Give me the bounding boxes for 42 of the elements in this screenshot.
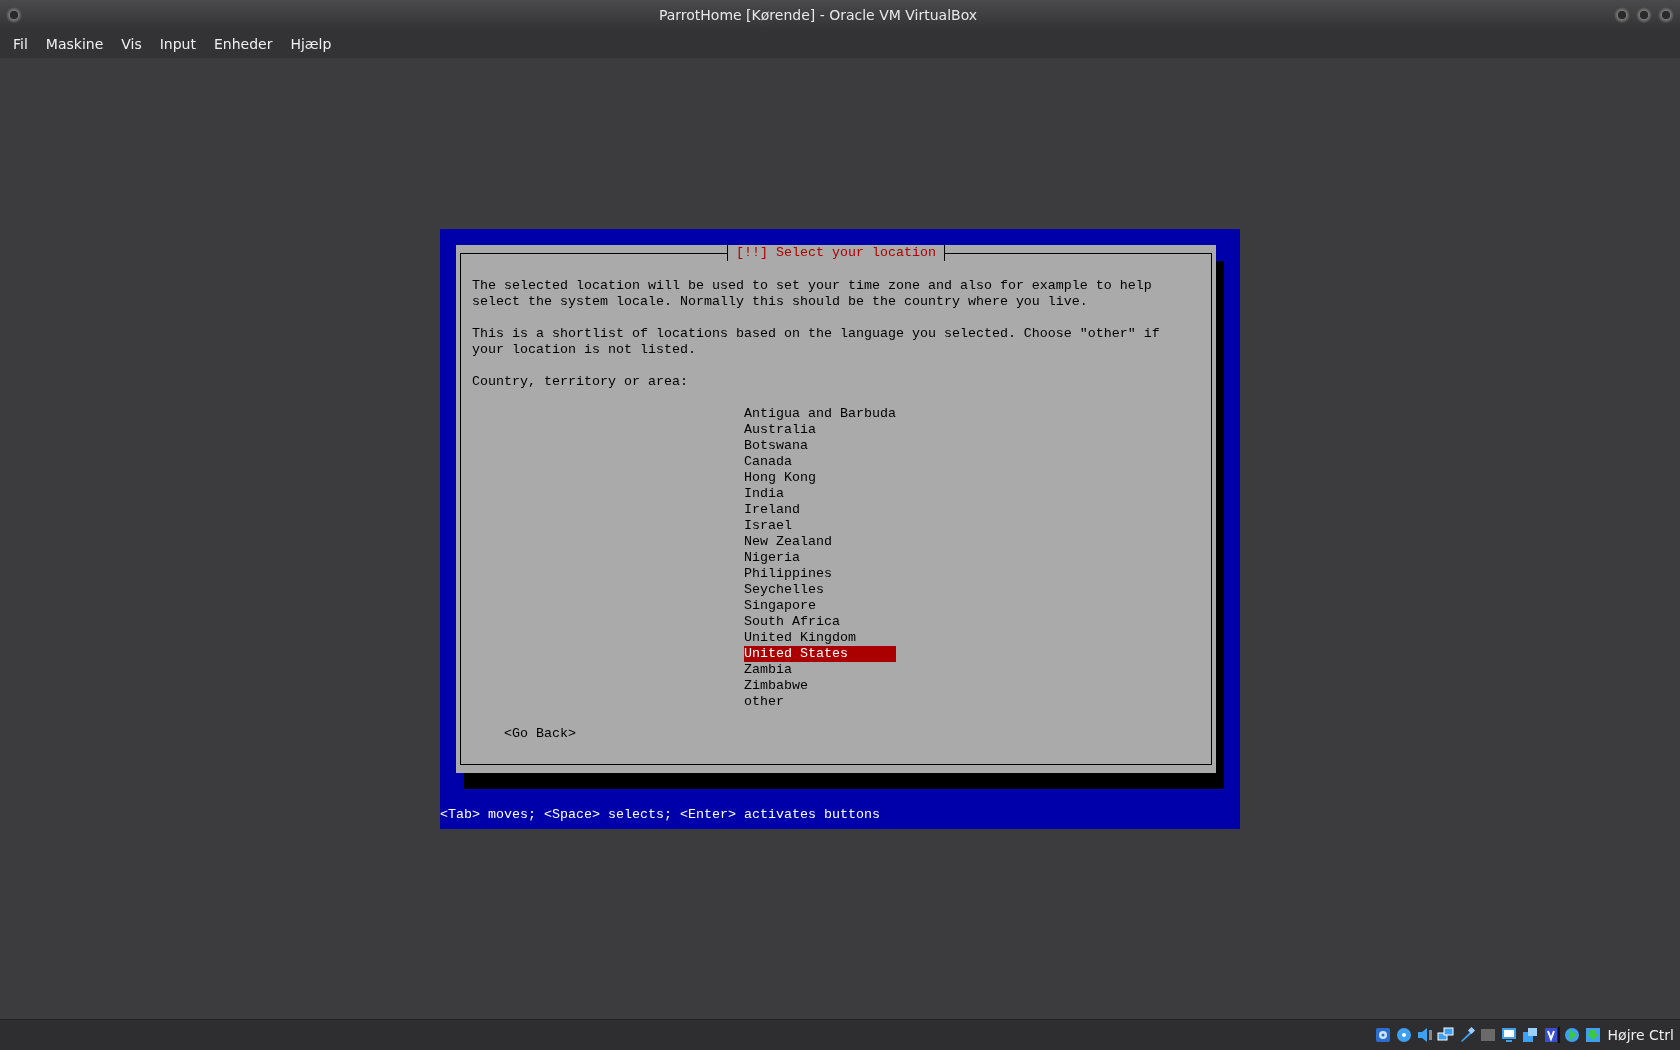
maximize-button[interactable]: [1636, 7, 1652, 23]
location-option[interactable]: Israel: [744, 517, 896, 534]
help-line: <Tab> moves; <Space> selects; <Enter> activates buttons: [440, 806, 881, 824]
location-option[interactable]: United States: [744, 645, 896, 662]
go-back-button[interactable]: <Go Back>: [504, 725, 576, 742]
location-option[interactable]: Australia: [744, 421, 896, 438]
location-option[interactable]: Ireland: [744, 501, 896, 518]
dialog-title: [!!] Select your location: [727, 244, 945, 261]
location-option[interactable]: Antigua and Barbuda: [744, 405, 896, 422]
window-menu-button[interactable]: [6, 7, 22, 23]
location-option[interactable]: Philippines: [744, 565, 896, 582]
speaker-icon[interactable]: [1415, 1026, 1434, 1044]
close-button[interactable]: [1658, 7, 1674, 23]
display-icon[interactable]: [1499, 1026, 1518, 1044]
menu-item[interactable]: Input: [150, 32, 205, 56]
location-option[interactable]: Seychelles: [744, 581, 896, 598]
description-text: The selected location will be used to set your time zone and also for example to help select the system locale. Normally this should be the country where you live.: [472, 277, 1153, 310]
screen-capture-icon[interactable]: [1520, 1026, 1539, 1044]
location-option[interactable]: Singapore: [744, 597, 896, 614]
location-option[interactable]: Botswana: [744, 437, 896, 454]
optical-disc-icon[interactable]: [1394, 1026, 1413, 1044]
menu-item[interactable]: Hjælp: [281, 32, 341, 56]
menu-item[interactable]: Fil: [4, 32, 37, 56]
location-option[interactable]: other: [744, 693, 896, 710]
host-key-label: Højre Ctrl: [1607, 1027, 1674, 1043]
description-text: This is a shortlist of locations based on the language you selected. Choose "other" if your location is not listed.: [472, 325, 1161, 358]
location-option[interactable]: South Africa: [744, 613, 896, 630]
location-option[interactable]: Canada: [744, 453, 896, 470]
location-option[interactable]: United Kingdom: [744, 629, 896, 646]
location-option[interactable]: Zimbabwe: [744, 677, 896, 694]
location-option[interactable]: Hong Kong: [744, 469, 896, 486]
location-option[interactable]: India: [744, 485, 896, 502]
minimize-button[interactable]: [1614, 7, 1630, 23]
menu-item[interactable]: Enheder: [205, 32, 282, 56]
prompt-label: Country, territory or area:: [472, 373, 689, 390]
location-option[interactable]: Zambia: [744, 661, 896, 678]
menu-item[interactable]: Vis: [112, 32, 151, 56]
network-icon[interactable]: [1436, 1026, 1455, 1044]
location-option[interactable]: Nigeria: [744, 549, 896, 566]
menu-item[interactable]: Maskine: [36, 32, 113, 56]
window-title: ParrotHome [Kørende] - Oracle VM VirtualBox: [658, 7, 978, 23]
location-option[interactable]: New Zealand: [744, 533, 896, 550]
